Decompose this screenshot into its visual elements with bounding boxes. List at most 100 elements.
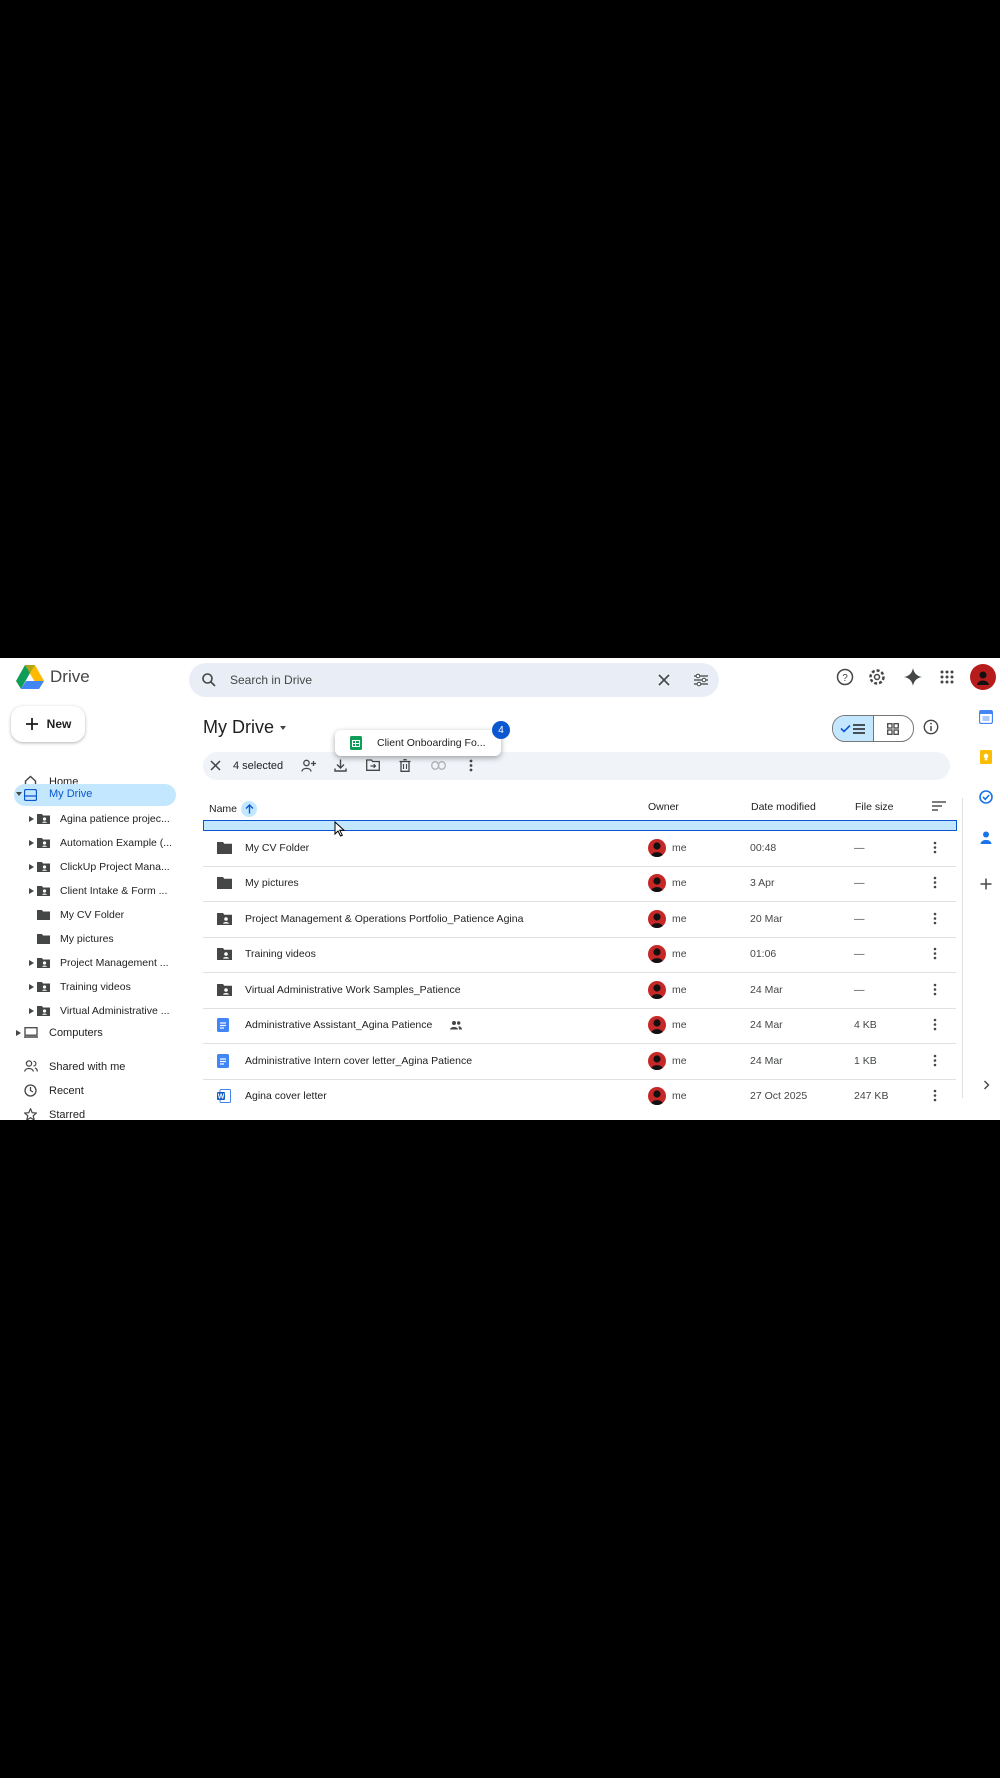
column-name[interactable]: Name <box>209 801 258 817</box>
owner-avatar <box>648 910 666 928</box>
more-vert-icon[interactable] <box>933 1054 937 1067</box>
account-avatar[interactable] <box>970 664 996 690</box>
file-date: 24 Mar <box>750 1019 783 1031</box>
plus-icon <box>25 718 38 730</box>
expand-arrow-icon[interactable] <box>29 888 34 894</box>
file-name: Administrative Assistant_Agina Patience <box>245 1019 433 1031</box>
table-row[interactable]: Project Management & Operations Portfoli… <box>203 902 956 937</box>
more-vert-icon[interactable] <box>933 912 937 925</box>
file-date: 24 Mar <box>750 984 783 996</box>
expand-arrow-icon[interactable] <box>16 1030 21 1036</box>
mouse-cursor-icon <box>334 821 345 837</box>
drag-file-name: Client Onboarding Fo... <box>377 737 486 749</box>
new-button[interactable]: New <box>11 706 85 742</box>
owner-avatar <box>648 839 666 857</box>
tree-item-label: Agina patience projec... <box>60 812 170 825</box>
link-icon[interactable] <box>431 761 446 770</box>
sidebar-item-label: My Drive <box>49 788 93 800</box>
sidebar-item-label: Computers <box>49 1026 103 1039</box>
file-date: 3 Apr <box>750 877 775 889</box>
contacts-icon[interactable] <box>979 830 993 844</box>
table-row[interactable]: Administrative Intern cover letter_Agina… <box>203 1044 956 1079</box>
expand-arrow-icon[interactable] <box>29 816 34 822</box>
table-row[interactable]: W Agina cover letter me 27 Oct 2025 247 … <box>203 1079 956 1114</box>
search-icon[interactable] <box>201 672 217 688</box>
expand-arrow-icon[interactable] <box>16 791 22 797</box>
sort-options-icon[interactable] <box>932 801 946 811</box>
keep-icon[interactable] <box>979 750 993 764</box>
gemini-icon[interactable] <box>904 668 922 686</box>
file-date: 24 Mar <box>750 1055 783 1067</box>
drive-logo[interactable]: Drive <box>16 665 90 689</box>
more-vert-icon[interactable] <box>933 1018 937 1031</box>
sort-arrow-icon[interactable] <box>241 801 258 817</box>
info-icon[interactable] <box>923 719 939 735</box>
more-vert-icon[interactable] <box>933 1089 937 1102</box>
shared-folder-icon <box>37 813 50 824</box>
folder-icon <box>217 841 232 854</box>
table-row[interactable]: My pictures me 3 Apr — <box>203 866 956 901</box>
move-to-folder-icon[interactable] <box>366 759 380 771</box>
trash-icon[interactable] <box>399 759 411 772</box>
file-owner: me <box>672 913 687 925</box>
expand-arrow-icon[interactable] <box>29 840 34 846</box>
drop-target-highlight <box>203 820 957 831</box>
expand-arrow-icon[interactable] <box>29 1008 34 1014</box>
expand-arrow-icon[interactable] <box>29 984 34 990</box>
drive-window: Drive Search in Drive ? New Home My Driv… <box>0 658 1000 1120</box>
folder-icon <box>37 909 50 920</box>
table-row[interactable]: Training videos me 01:06 — <box>203 937 956 972</box>
search-input[interactable]: Search in Drive <box>230 673 312 687</box>
more-vert-icon[interactable] <box>933 876 937 889</box>
more-vert-icon[interactable] <box>933 983 937 996</box>
chevron-right-icon[interactable] <box>983 1080 990 1090</box>
expand-arrow-icon[interactable] <box>29 960 34 966</box>
download-icon[interactable] <box>334 759 347 772</box>
expand-arrow-icon[interactable] <box>29 864 34 870</box>
shared-folder-icon <box>217 947 232 960</box>
clear-selection-icon[interactable] <box>210 760 221 771</box>
sidebar-item-label: Shared with me <box>49 1060 126 1073</box>
sidebar-item-my-drive[interactable]: My Drive <box>14 784 176 806</box>
view-toggle[interactable] <box>832 715 914 742</box>
more-vert-icon[interactable] <box>933 947 937 960</box>
drive-logo-icon <box>16 665 44 689</box>
settings-icon[interactable] <box>868 668 886 686</box>
tree-item-label: My CV Folder <box>60 908 125 921</box>
share-icon[interactable] <box>301 759 316 772</box>
file-size: — <box>854 984 865 996</box>
file-date: 00:48 <box>750 842 777 854</box>
help-icon[interactable]: ? <box>836 668 854 686</box>
file-date: 01:06 <box>750 948 777 960</box>
add-addon-icon[interactable] <box>980 878 992 890</box>
computer-icon <box>24 1027 38 1038</box>
table-row[interactable]: Virtual Administrative Work Samples_Pati… <box>203 973 956 1008</box>
drag-count-badge: 4 <box>492 721 510 739</box>
page-title[interactable]: My Drive <box>203 717 288 738</box>
new-label: New <box>46 717 72 731</box>
apps-grid-icon[interactable] <box>940 670 954 684</box>
owner-avatar <box>648 874 666 892</box>
more-vert-icon[interactable] <box>469 759 473 772</box>
calendar-icon[interactable] <box>979 710 993 724</box>
column-date-modified[interactable]: Date modified <box>751 801 816 813</box>
tree-item-label: ClickUp Project Mana... <box>60 860 170 873</box>
list-view-icon <box>853 723 866 734</box>
table-row[interactable]: Administrative Assistant_Agina Patience … <box>203 1008 956 1043</box>
table-row[interactable]: My CV Folder me 00:48 — <box>203 831 956 866</box>
clear-search-icon[interactable] <box>657 673 671 687</box>
file-name: My CV Folder <box>245 842 310 854</box>
file-size: 1 KB <box>854 1055 877 1067</box>
tasks-icon[interactable] <box>979 790 993 804</box>
column-owner[interactable]: Owner <box>648 801 679 813</box>
file-size: — <box>854 842 865 854</box>
more-vert-icon[interactable] <box>933 841 937 854</box>
search-bar[interactable]: Search in Drive <box>189 663 719 697</box>
file-owner: me <box>672 1019 687 1031</box>
list-view-button[interactable] <box>833 716 874 741</box>
selection-count: 4 selected <box>233 760 284 772</box>
file-size: — <box>854 877 865 889</box>
search-options-icon[interactable] <box>693 673 709 687</box>
column-file-size[interactable]: File size <box>855 801 894 813</box>
grid-view-button[interactable] <box>874 716 914 741</box>
